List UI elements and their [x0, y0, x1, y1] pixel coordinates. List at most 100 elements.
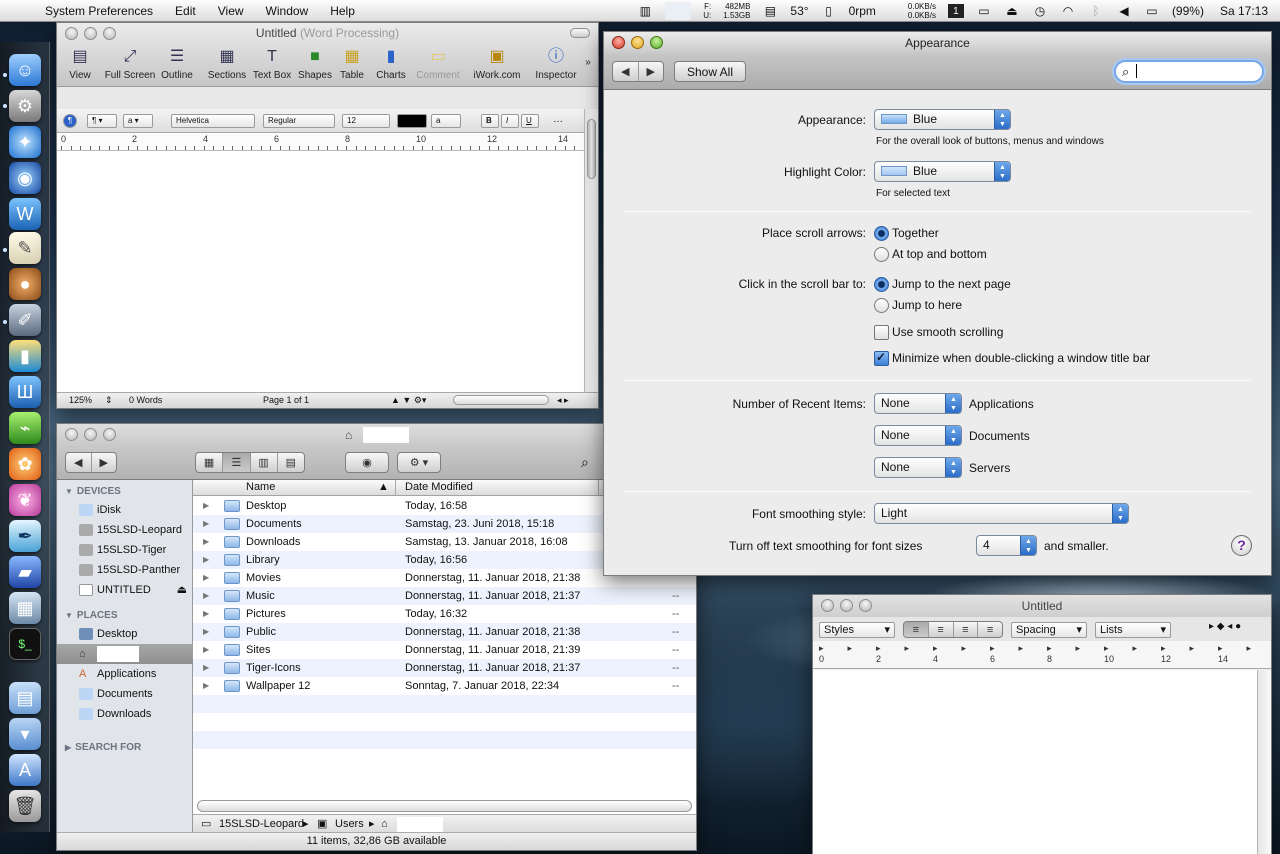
menu-help[interactable]: Help: [319, 4, 366, 18]
font-family-popup[interactable]: Helvetica: [171, 114, 255, 128]
system-preferences-icon[interactable]: ⚙: [9, 90, 41, 122]
recent-servers-popup[interactable]: None ▲ ▼: [874, 457, 962, 478]
font-style-popup[interactable]: Regular: [263, 114, 335, 128]
minimize-button[interactable]: [631, 36, 644, 49]
outline-button[interactable]: ☰ Outline: [159, 47, 195, 81]
paragraph-style-popup[interactable]: ¶ ▾: [87, 114, 117, 128]
search-field[interactable]: ⌕: [1114, 60, 1264, 83]
quick-look-button[interactable]: ◉: [345, 452, 389, 473]
menu-view[interactable]: View: [207, 4, 255, 18]
list-view-button[interactable]: ☰: [223, 453, 251, 472]
search-icon[interactable]: ⌕: [581, 454, 589, 471]
table-row[interactable]: ▶ Public Donnerstag, 11. Januar 2018, 21:3…: [193, 623, 696, 641]
disclosure-triangle-icon[interactable]: ▶: [203, 551, 209, 569]
menu-window[interactable]: Window: [255, 4, 320, 18]
align-justify-button[interactable]: ≡: [954, 622, 979, 637]
tab-stop-icon[interactable]: ▸: [1133, 643, 1138, 654]
show-all-button[interactable]: Show All: [674, 61, 746, 82]
pictures-app-icon[interactable]: ▦: [9, 592, 41, 624]
pages-icon[interactable]: ✎: [9, 232, 41, 264]
calendar-icon[interactable]: 1: [947, 4, 964, 18]
scroll-arrows-icon[interactable]: ◂ ▸: [557, 393, 569, 408]
butterfly-icon[interactable]: ❦: [9, 484, 41, 516]
disclosure-triangle-icon[interactable]: ▶: [203, 533, 209, 551]
applications-folder-icon[interactable]: A: [9, 754, 41, 786]
lists-popup[interactable]: Lists ▾: [1095, 622, 1171, 638]
zoom-stepper-icon[interactable]: ⇕: [105, 393, 113, 408]
battery-icon[interactable]: ▭: [1144, 4, 1160, 18]
tab-stop-icon[interactable]: ▸: [1019, 643, 1024, 654]
align-center-button[interactable]: ≡: [929, 622, 954, 637]
font-size-threshold-popup[interactable]: 4 ▲ ▼: [976, 535, 1037, 556]
clock[interactable]: Sa 17:13: [1220, 4, 1268, 18]
table-button[interactable]: ▦ Table: [337, 47, 367, 81]
zoom-button[interactable]: [859, 599, 872, 612]
close-button[interactable]: [821, 599, 834, 612]
character-style-popup[interactable]: a ▾: [123, 114, 153, 128]
sidebar-item-home[interactable]: ⌂: [57, 644, 193, 664]
sections-button[interactable]: ▦ Sections: [205, 47, 249, 81]
eject-icon[interactable]: ⏏: [1004, 4, 1020, 18]
sidebar-item-panther[interactable]: 15SLSD-Panther: [57, 560, 193, 580]
close-button[interactable]: [612, 36, 625, 49]
horizontal-scrollbar[interactable]: [453, 395, 549, 405]
textedit-text-area[interactable]: [813, 670, 1271, 854]
italic-button[interactable]: I: [501, 114, 519, 128]
align-right-button[interactable]: ≡: [978, 622, 1002, 637]
date-column-header[interactable]: Date Modified: [405, 480, 473, 495]
spacing-popup[interactable]: Spacing ▾: [1011, 622, 1087, 638]
table-row[interactable]: ▶ Wallpaper 12 Sonntag, 7. Januar 2018, 22…: [193, 677, 696, 695]
tab-stop-icon[interactable]: ▸: [876, 643, 881, 654]
trash-icon[interactable]: 🗑: [9, 790, 41, 822]
tab-stop-icon[interactable]: ▸: [1247, 643, 1252, 654]
sidebar-item-leopard[interactable]: 15SLSD-Leopard: [57, 520, 193, 540]
tab-stop-icon[interactable]: ▸: [990, 643, 995, 654]
page-nav-icons[interactable]: ▲ ▼ ⚙▾: [391, 393, 426, 408]
tab-stop-icon[interactable]: ▸: [933, 643, 938, 654]
tab-stop-icon[interactable]: ▸: [1047, 643, 1052, 654]
tab-stop-icon[interactable]: ▸: [1218, 643, 1223, 654]
disclosure-triangle-icon[interactable]: ▶: [203, 515, 209, 533]
action-menu-button[interactable]: ⚙ ▾: [397, 452, 441, 473]
disclosure-triangle-icon[interactable]: ▶: [203, 497, 209, 515]
disclosure-triangle-icon[interactable]: ▶: [203, 605, 209, 623]
temperature-readout[interactable]: 53°: [790, 4, 808, 18]
sidebar-item-desktop[interactable]: Desktop: [57, 624, 193, 644]
document-canvas[interactable]: [57, 151, 585, 408]
highlight-color-well[interactable]: a: [431, 114, 461, 128]
terminal-icon[interactable]: $_: [9, 628, 41, 660]
iwork-com-button[interactable]: ▣ iWork.com: [471, 47, 523, 81]
shapes-button[interactable]: ■ Shapes: [297, 47, 333, 81]
comment-button[interactable]: ▭ Comment: [415, 47, 461, 81]
column-view-button[interactable]: ▥: [251, 453, 278, 472]
close-button[interactable]: [65, 428, 78, 441]
back-button[interactable]: ◀: [66, 453, 92, 472]
disclosure-triangle-icon[interactable]: ▶: [203, 659, 209, 677]
align-left-button[interactable]: ≡: [904, 622, 929, 637]
help-button[interactable]: ?: [1231, 535, 1252, 556]
tab-stop-icon[interactable]: ▸: [819, 643, 824, 654]
preview-icon[interactable]: ▰: [9, 556, 41, 588]
radio-top-bottom[interactable]: At top and bottom: [874, 247, 987, 262]
disclosure-triangle-icon[interactable]: ▶: [203, 641, 209, 659]
feather-icon[interactable]: ✒: [9, 520, 41, 552]
horizontal-scrollbar[interactable]: [197, 800, 692, 812]
forward-button[interactable]: ▶: [92, 453, 117, 472]
name-column-header[interactable]: Name: [246, 480, 275, 495]
table-row[interactable]: ▶ Sites Donnerstag, 11. Januar 2018, 21:39…: [193, 641, 696, 659]
scroll-thumb[interactable]: [587, 119, 596, 179]
numbers-icon[interactable]: ▮: [9, 340, 41, 372]
font-smoothing-popup[interactable]: Light ▲ ▼: [874, 503, 1129, 524]
tab-stop-icons[interactable]: ▸ ◆ ◂ ●: [1209, 621, 1241, 632]
documents-stack-icon[interactable]: ▤: [9, 682, 41, 714]
tab-stop-icon[interactable]: ▸: [905, 643, 910, 654]
radio-together[interactable]: Together: [874, 226, 939, 241]
highlight-popup[interactable]: Blue ▲ ▼: [874, 161, 1011, 182]
table-row[interactable]: ▶ Music Donnerstag, 11. Januar 2018, 21:37…: [193, 587, 696, 605]
coconut-icon[interactable]: ●: [9, 268, 41, 300]
zoom-popup[interactable]: 125%: [69, 393, 92, 408]
disclosure-triangle-icon[interactable]: ▶: [203, 677, 209, 695]
table-row[interactable]: ▶ Pictures Today, 16:32 --: [193, 605, 696, 623]
textedit-ruler[interactable]: 0 2 4 6 8 10 12 14 ▸ ▸ ▸ ▸ ▸ ▸ ▸ ▸ ▸ ▸ ▸ ▸ ▸ ▸ ▸ ▸: [813, 641, 1271, 669]
font-size-combo[interactable]: 12: [342, 114, 390, 128]
